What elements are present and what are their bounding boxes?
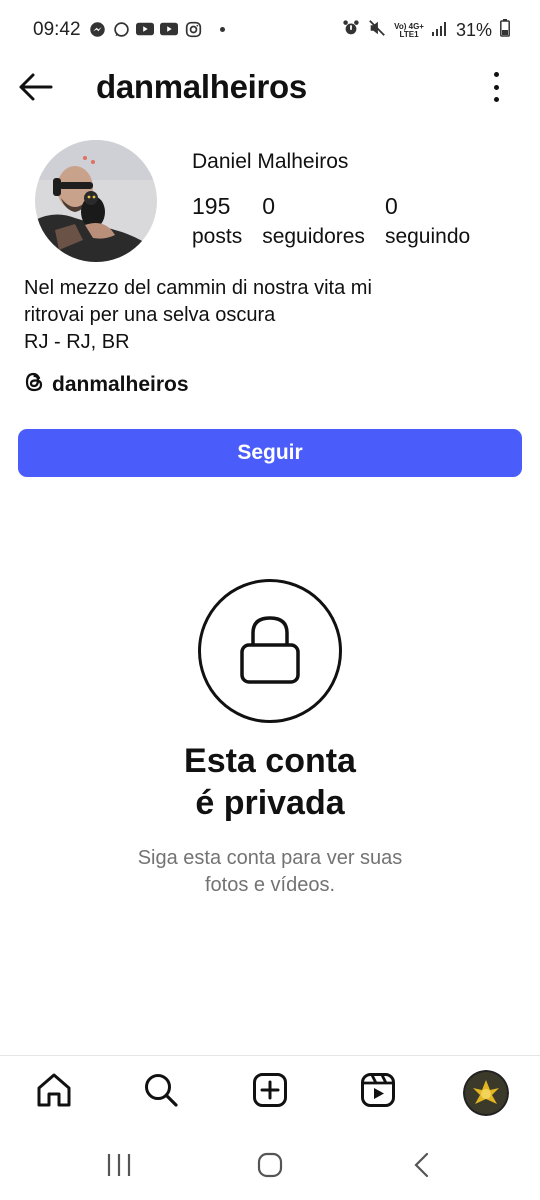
system-home-button[interactable] [257, 1152, 283, 1183]
bottom-navigation [0, 1055, 540, 1130]
system-back-button[interactable] [410, 1152, 434, 1183]
stat-posts-label: posts [192, 225, 243, 248]
private-account-title: Esta conta é privada [0, 740, 540, 824]
messenger-icon [88, 20, 106, 38]
private-lock-badge [198, 579, 342, 723]
lock-icon [239, 613, 301, 690]
profile-header: danmalheiros [0, 62, 540, 112]
create-icon [252, 1072, 288, 1113]
instagram-icon [184, 20, 202, 38]
arrow-left-icon [18, 73, 54, 106]
mute-icon [368, 19, 386, 42]
nav-home[interactable] [34, 1072, 74, 1112]
signal-icon [431, 20, 448, 41]
full-name: Daniel Malheiros [192, 150, 349, 173]
threads-link[interactable]: danmalheiros [24, 371, 189, 398]
recents-button[interactable] [106, 1152, 132, 1183]
status-bar: 09:42 Vo) 4G+ LTE1 31% [0, 0, 540, 62]
private-subtitle-line: Siga esta conta para ver suas [137, 847, 403, 869]
nav-reels[interactable] [358, 1072, 398, 1112]
stat-followers[interactable]: 0 seguidores [262, 192, 365, 254]
follow-button[interactable]: Seguir [18, 429, 522, 477]
system-navigation [0, 1130, 540, 1200]
bio-location: RJ - RJ, BR [24, 331, 130, 353]
search-icon [143, 1072, 179, 1113]
back-button[interactable] [18, 72, 54, 102]
stat-followers-count: 0 [262, 193, 275, 219]
network-indicator: Vo) 4G+ LTE1 [394, 22, 424, 39]
stat-posts[interactable]: 195 posts [192, 192, 242, 254]
stat-followers-label: seguidores [262, 225, 365, 248]
stat-following-label: seguindo [384, 225, 471, 248]
alarm-icon [342, 19, 360, 42]
threads-handle: danmalheiros [52, 372, 189, 396]
private-title-line: é privada [195, 784, 345, 822]
bio-line: Nel mezzo del cammin di nostra vita mi [24, 277, 372, 299]
stat-posts-count: 195 [192, 193, 231, 219]
recents-icon [106, 1154, 132, 1182]
header-username: danmalheiros [96, 68, 307, 105]
profile-stats: 195 posts 0 seguidores 0 seguindo [192, 192, 490, 254]
more-options-button[interactable] [490, 72, 502, 102]
battery-icon [500, 19, 510, 42]
stat-following[interactable]: 0 seguindo [385, 192, 470, 254]
battery-percent: 31% [455, 20, 492, 40]
more-vertical-icon [493, 72, 499, 77]
private-subtitle-line: fotos e vídeos. [204, 874, 336, 896]
youtube-icon [136, 20, 154, 38]
status-time: 09:42 [33, 19, 81, 40]
more-notifications-dot [220, 26, 225, 32]
youtube-icon [160, 20, 178, 38]
stat-following-count: 0 [384, 193, 398, 219]
private-title-line: Esta conta [184, 742, 356, 780]
bio-line: ritrovai per una selva oscura [24, 304, 276, 326]
network-sim: LTE1 [399, 29, 419, 39]
status-right: Vo) 4G+ LTE1 31% [342, 19, 510, 42]
home-button-icon [257, 1152, 283, 1182]
profile-avatar[interactable] [35, 140, 157, 262]
back-button-icon [410, 1152, 434, 1182]
reels-icon [360, 1072, 396, 1113]
profile-bio: Nel mezzo del cammin di nostra vita mi r… [24, 275, 372, 356]
nav-create[interactable] [250, 1072, 290, 1112]
notification-icons [88, 20, 225, 38]
nav-search[interactable] [141, 1072, 181, 1112]
home-icon [35, 1072, 73, 1113]
whatsapp-icon [112, 20, 130, 38]
threads-icon [24, 371, 44, 398]
private-account-subtitle: Siga esta conta para ver suas fotos e ví… [0, 845, 540, 899]
nav-profile-avatar[interactable] [463, 1070, 509, 1116]
